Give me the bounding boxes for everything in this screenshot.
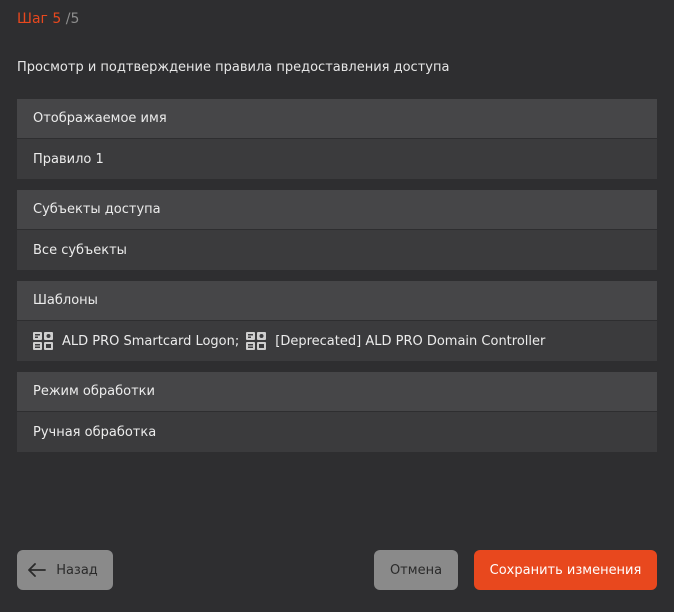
templates-value: ALD PRO Smartcard Logon; [Deprecated] AL…	[17, 321, 657, 361]
template-name: ALD PRO Smartcard Logon	[62, 333, 235, 349]
total-steps: 5	[70, 11, 80, 27]
template-item: ALD PRO Smartcard Logon;	[33, 332, 246, 350]
template-name: [Deprecated] ALD PRO Domain Controller	[275, 333, 546, 349]
certificate-template-icon	[33, 332, 53, 350]
back-button[interactable]: Назад	[17, 550, 113, 590]
display-name-card: Отображаемое имя Правило 1	[17, 99, 657, 179]
save-button-label: Сохранить изменения	[489, 562, 642, 578]
template-separator: ;	[234, 333, 240, 349]
cancel-button-label: Отмена	[389, 562, 443, 578]
cancel-button[interactable]: Отмена	[374, 550, 458, 590]
certificate-template-icon	[246, 332, 267, 350]
templates-header: Шаблоны	[17, 281, 657, 321]
subjects-card: Субъекты доступа Все субъекты	[17, 190, 657, 270]
subjects-header: Субъекты доступа	[17, 190, 657, 230]
template-item: [Deprecated] ALD PRO Domain Controller	[246, 332, 545, 350]
display-name-header: Отображаемое имя	[17, 99, 657, 139]
page-subtitle: Просмотр и подтверждение правила предост…	[17, 60, 450, 75]
wizard-step-indicator: Шаг 5 /5	[17, 9, 79, 29]
processing-mode-value: Ручная обработка	[17, 412, 657, 452]
display-name-value: Правило 1	[17, 139, 657, 179]
subjects-value: Все субъекты	[17, 230, 657, 270]
processing-mode-card: Режим обработки Ручная обработка	[17, 372, 657, 452]
processing-mode-header: Режим обработки	[17, 372, 657, 412]
templates-card: Шаблоны ALD PRO Smartcard Logon; [Deprec…	[17, 281, 657, 361]
current-step: Шаг 5	[17, 11, 62, 27]
save-button[interactable]: Сохранить изменения	[474, 550, 657, 590]
back-button-label: Назад	[56, 562, 98, 578]
arrow-left-icon	[28, 563, 47, 577]
